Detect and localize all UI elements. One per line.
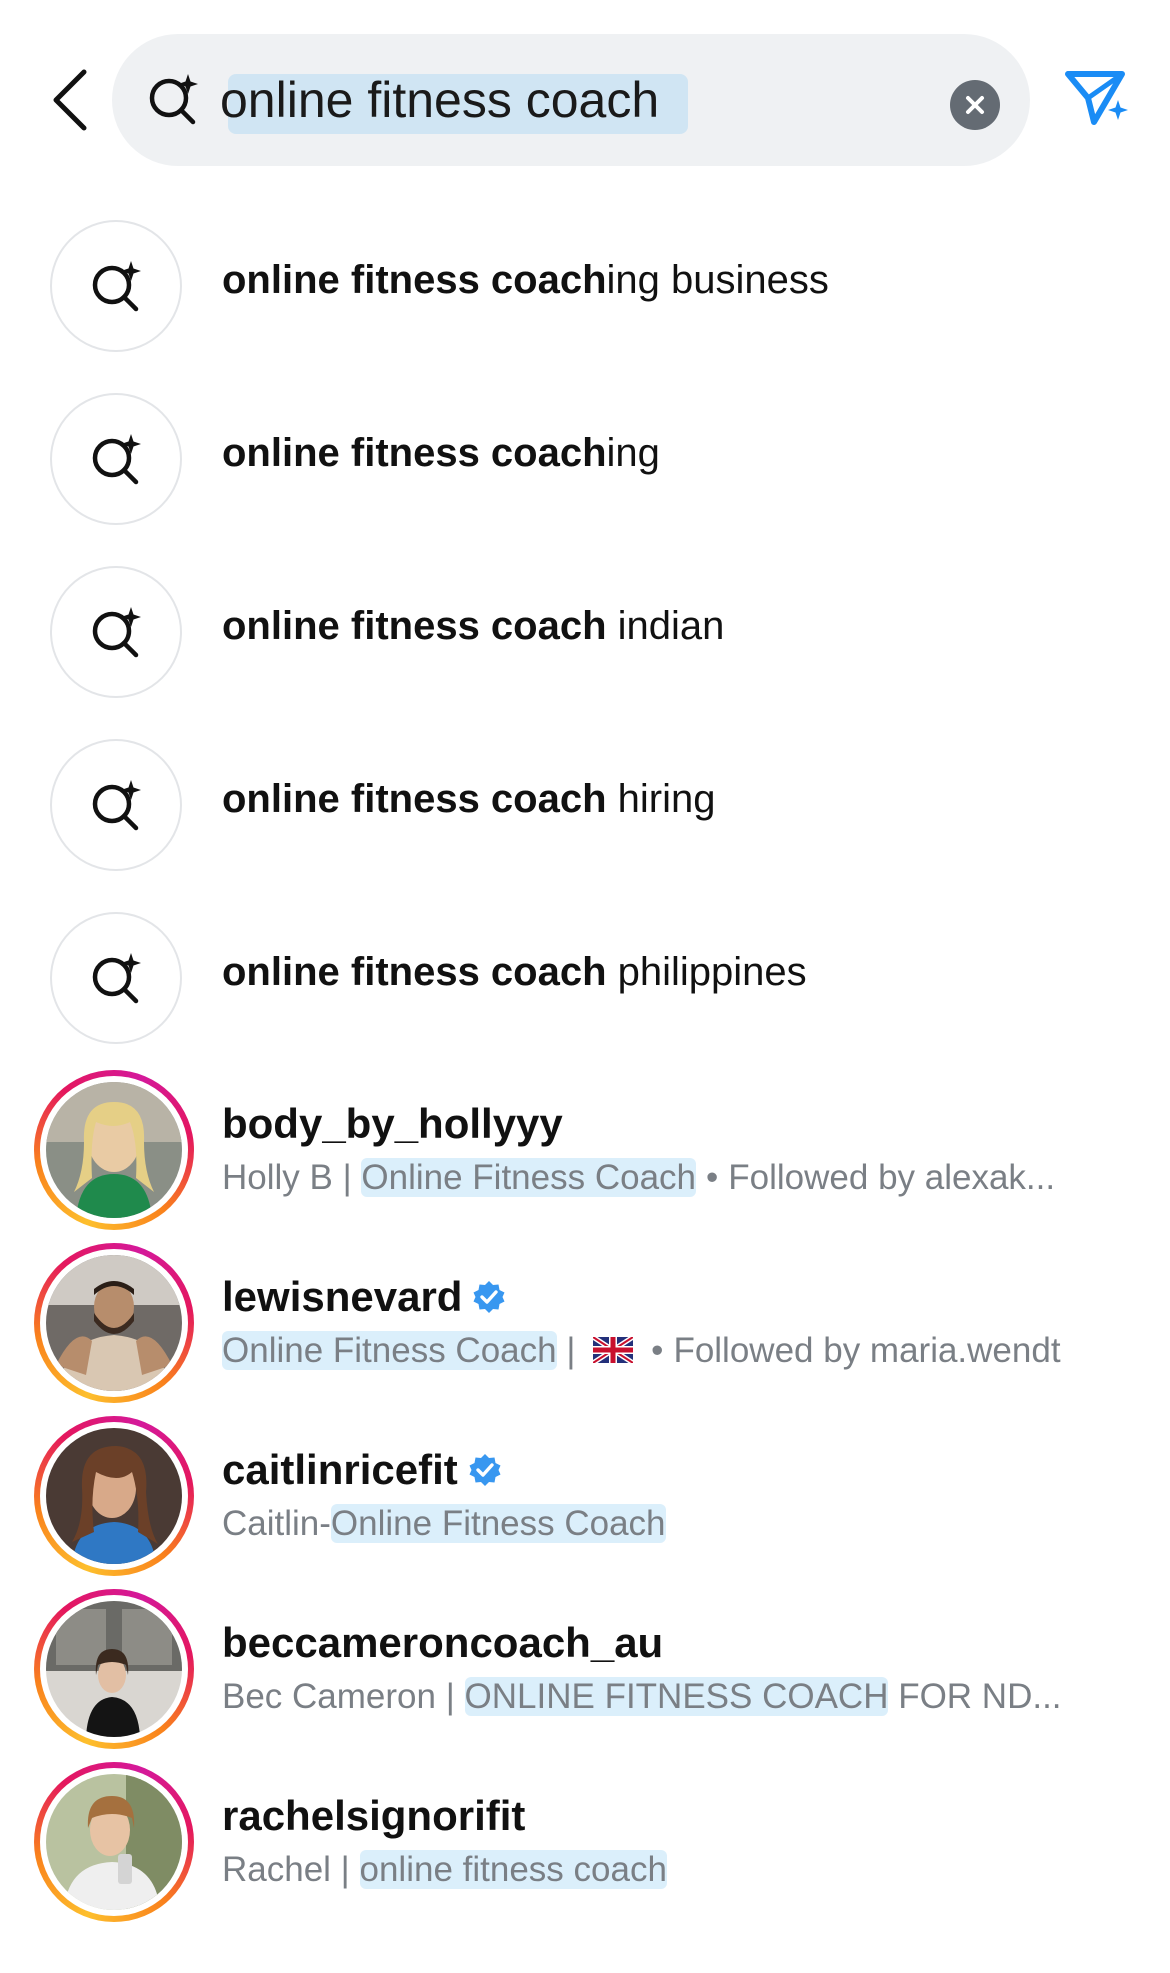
suggestion-text: online fitness coach hiring [222, 777, 716, 821]
search-input[interactable] [220, 64, 1020, 136]
account-result[interactable]: body_by_hollyyy Holly B | Online Fitness… [0, 1070, 1170, 1243]
search-bar[interactable] [112, 34, 1030, 166]
account-subtitle: Rachel | online fitness coach [222, 1850, 667, 1889]
avatar [46, 1774, 182, 1910]
account-result[interactable]: beccameroncoach_au Bec Cameron | ONLINE … [0, 1589, 1170, 1762]
account-username: rachelsignorifit [222, 1792, 526, 1839]
suggestion-text: online fitness coach philippines [222, 950, 807, 994]
ai-search-icon [92, 780, 141, 831]
account-result[interactable]: lewisnevard Online Fitness Coach | • Foll… [0, 1243, 1170, 1416]
suggestion-text: online fitness coaching [222, 431, 660, 475]
suggestion-item[interactable]: online fitness coach indian [0, 566, 1170, 739]
story-ring[interactable] [34, 1589, 194, 1749]
clear-button[interactable] [950, 80, 1000, 130]
back-button[interactable] [44, 62, 96, 138]
ai-search-icon [92, 261, 141, 312]
account-username: body_by_hollyyy [222, 1100, 563, 1147]
verified-badge-icon [473, 1281, 505, 1313]
uk-flag-icon [593, 1336, 634, 1363]
story-ring[interactable] [34, 1762, 194, 1922]
account-subtitle: Caitlin-Online Fitness Coach [222, 1504, 666, 1543]
account-username: beccameroncoach_au [222, 1619, 664, 1666]
send-sparkle-icon [1065, 71, 1128, 125]
account-subtitle: Online Fitness Coach | • Followed by mari… [222, 1331, 1061, 1370]
suggestion-item[interactable]: online fitness coaching [0, 393, 1170, 566]
account-result[interactable]: caitlinricefit Caitlin-Online Fitness Co… [0, 1416, 1170, 1589]
verified-badge-icon [469, 1454, 501, 1486]
story-ring[interactable] [34, 1070, 194, 1230]
ai-search-icon [92, 434, 141, 485]
story-ring[interactable] [34, 1243, 194, 1403]
suggestion-item[interactable]: online fitness coach philippines [0, 912, 1170, 1085]
account-subtitle: Holly B | Online Fitness Coach • Followed … [222, 1158, 1056, 1197]
account-results: body_by_hollyyy Holly B | Online Fitness… [0, 1070, 1170, 1935]
avatar [46, 1601, 182, 1737]
send-button[interactable] [1064, 64, 1132, 132]
account-result[interactable]: rachelsignorifit Rachel | online fitness… [0, 1762, 1170, 1935]
suggestion-text: online fitness coach indian [222, 604, 725, 648]
suggestion-icon-circle [50, 566, 182, 698]
suggestion-item[interactable]: online fitness coaching business [0, 220, 1170, 393]
avatar [46, 1255, 182, 1391]
suggestion-item[interactable]: online fitness coach hiring [0, 739, 1170, 912]
suggestion-icon-circle [50, 393, 182, 525]
ai-search-icon [92, 953, 141, 1004]
story-ring[interactable] [34, 1416, 194, 1576]
chevron-left-icon [53, 69, 87, 131]
clear-icon [966, 96, 984, 114]
avatar [46, 1082, 182, 1218]
search-suggestions: online fitness coaching business online … [0, 220, 1170, 1085]
suggestion-text: online fitness coaching business [222, 258, 829, 302]
search-header [0, 34, 1170, 166]
ai-search-icon [149, 74, 198, 125]
avatar [46, 1428, 182, 1564]
suggestion-icon-circle [50, 739, 182, 871]
suggestion-icon-circle [50, 220, 182, 352]
account-username: caitlinricefit [222, 1446, 502, 1494]
account-subtitle: Bec Cameron | ONLINE FITNESS COACH FOR N… [222, 1677, 1062, 1716]
suggestion-icon-circle [50, 912, 182, 1044]
ai-search-icon [92, 607, 141, 658]
account-username: lewisnevard [222, 1273, 506, 1321]
